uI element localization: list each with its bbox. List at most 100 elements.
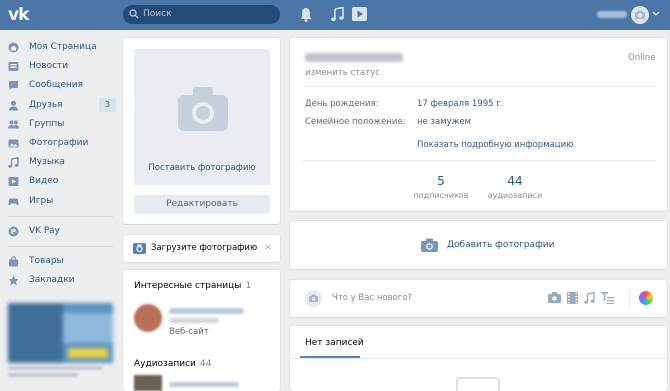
attach-text-icon[interactable] [601, 292, 614, 304]
sidebar-item-bookmarks[interactable]: Закладки [6, 271, 116, 290]
birthday-label: День рождения: [305, 99, 379, 109]
divider [629, 290, 630, 307]
interesting-pages-heading[interactable]: Интересные страницы 1 [134, 281, 251, 291]
sidebar-item-video[interactable]: Видео [6, 172, 116, 191]
sidebar-item-my-page[interactable]: Моя Страница [6, 38, 116, 57]
search-input[interactable]: Поиск [143, 9, 172, 19]
audio-heading[interactable]: Аудиозаписи 44 [134, 359, 211, 369]
profile-photo-card: Поставить фотографию Редактировать [123, 38, 280, 224]
attach-music-icon[interactable] [584, 292, 595, 304]
divider [303, 86, 655, 87]
empty-wall-icon [456, 377, 500, 391]
news-icon [8, 62, 19, 72]
attach-video-icon[interactable] [567, 292, 578, 304]
birthday-value[interactable]: 17 февраля 1995 г. [417, 99, 503, 109]
chevron-down-icon[interactable] [652, 11, 660, 17]
search-box[interactable]: Поиск [123, 5, 280, 24]
shopping-bag-icon [9, 256, 18, 267]
sidebar-item-groups[interactable]: Группы [6, 115, 116, 134]
sidebar-item-label: Моя Страница [29, 42, 97, 52]
avatar[interactable] [631, 6, 649, 24]
search-icon [129, 9, 139, 19]
marital-value[interactable]: не замужем [417, 117, 471, 127]
set-photo-link[interactable]: Поставить фотографию [134, 163, 270, 173]
sidebar-ad-text[interactable] [8, 366, 108, 380]
sidebar-item-goods[interactable]: Товары [6, 252, 116, 271]
stat-value: 44 [507, 174, 523, 188]
post-background-color-icon[interactable] [639, 291, 653, 305]
sidebar-item-friends[interactable]: Друзья 3 [6, 96, 116, 115]
stat-label: подписчиков [413, 191, 469, 200]
sidebar-item-vk-pay[interactable]: P VK Pay [6, 222, 116, 241]
page-type-label: Веб-сайт [169, 327, 209, 337]
sidebar-item-label: Группы [29, 118, 65, 129]
video-play-icon[interactable] [352, 7, 367, 21]
change-status-link[interactable]: изменить статус [305, 68, 380, 78]
page-avatar[interactable] [134, 304, 162, 332]
vk-logo[interactable]: vk [8, 5, 34, 25]
sidebar-item-label: Музыка [29, 157, 65, 168]
camera-icon [309, 294, 318, 302]
sidebar-item-label: Товары [29, 255, 64, 266]
sidebar-item-label: Видео [29, 176, 59, 187]
profile-name-blurred [305, 53, 403, 62]
stat-value: 5 [437, 174, 445, 188]
tab-no-posts[interactable]: Нет записей [305, 338, 364, 348]
camera-icon [178, 87, 228, 131]
photos-icon [8, 139, 19, 148]
attach-photo-icon[interactable] [548, 292, 561, 303]
bell-icon[interactable] [300, 7, 312, 22]
video-icon [8, 177, 19, 187]
section-count: 1 [245, 281, 252, 291]
audio-cover[interactable] [134, 375, 162, 391]
profile-info-card: изменить статус Online День рождения: 17… [290, 38, 667, 211]
edit-profile-button[interactable]: Редактировать [134, 195, 270, 214]
page-desc-blurred [169, 318, 219, 323]
sidebar-item-label: Новости [29, 61, 69, 72]
close-icon[interactable]: × [264, 242, 272, 253]
show-more-info-link[interactable]: Показать подробную информацию [417, 140, 573, 150]
sidebar-item-messages[interactable]: Сообщения [6, 76, 116, 95]
sidebar-item-label: Друзья [29, 99, 63, 110]
sidebar-item-label: Сообщения [29, 80, 84, 91]
sidebar-item-label: VK Pay [29, 225, 60, 236]
add-photos-label: Добавить фотографии [447, 240, 555, 250]
photo-upload-icon [133, 243, 146, 254]
audio-stat[interactable]: 44 аудиозаписи [475, 174, 555, 200]
wall-card: Нет записей [290, 326, 667, 391]
left-sidebar: Моя Страница Новости Сообщения Друзья 3 … [6, 38, 116, 290]
sidebar-item-photos[interactable]: Фотографии [6, 134, 116, 153]
star-icon [8, 275, 19, 286]
sidebar-item-music[interactable]: Музыка [6, 153, 116, 172]
online-status: Online [628, 53, 656, 63]
section-title: Интересные страницы [134, 281, 242, 291]
sidebar-ad-image[interactable] [8, 303, 113, 363]
music-note-icon[interactable] [331, 7, 344, 22]
followers-stat[interactable]: 5 подписчиков [401, 174, 481, 200]
page-name-blurred[interactable] [169, 308, 244, 314]
upload-photo-prompt: Загрузите фотографию × [123, 235, 280, 262]
sidebar-item-games[interactable]: Игры [6, 192, 116, 211]
friends-icon [9, 100, 18, 111]
games-icon [8, 198, 19, 205]
new-post-card: Что у Вас нового? [290, 280, 667, 317]
stat-label: аудиозаписи [487, 191, 543, 200]
user-menu[interactable] [597, 5, 662, 25]
marital-label: Семейное положение: [305, 117, 406, 127]
user-name-blurred [597, 11, 627, 18]
section-count: 44 [199, 359, 212, 369]
interesting-pages-card: Интересные страницы 1 Веб-сайт Аудиозапис… [123, 270, 280, 391]
friends-count-badge: 3 [99, 97, 116, 112]
sidebar-item-label: Закладки [29, 275, 75, 286]
sidebar-divider [8, 245, 113, 247]
home-icon [8, 42, 19, 53]
svg-text:P: P [11, 228, 16, 236]
add-photos-card[interactable]: Добавить фотографии [290, 221, 667, 269]
audio-title-blurred[interactable] [169, 382, 239, 387]
top-header: vk Поиск [0, 0, 670, 30]
profile-photo-placeholder[interactable]: Поставить фотографию [134, 49, 270, 185]
groups-icon [8, 120, 19, 129]
upload-photo-link[interactable]: Загрузите фотографию [151, 243, 257, 253]
sidebar-item-news[interactable]: Новости [6, 57, 116, 76]
post-input[interactable]: Что у Вас нового? [332, 293, 412, 303]
